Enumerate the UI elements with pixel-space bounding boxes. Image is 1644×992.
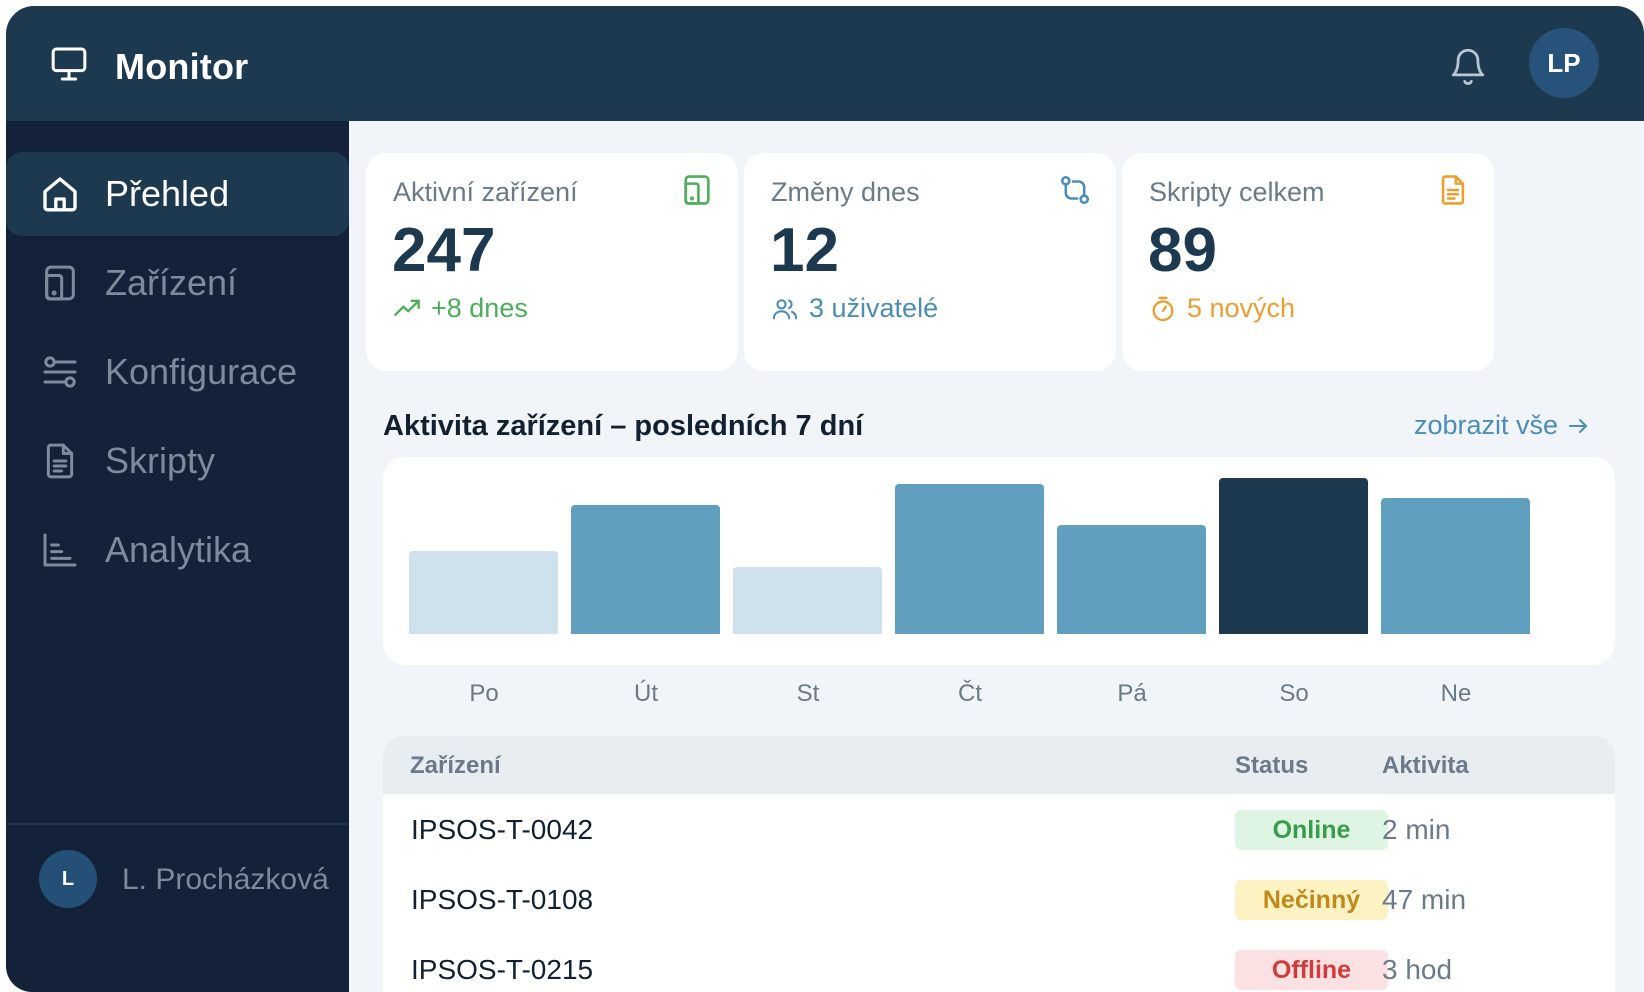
activity-time: 2 min	[1382, 814, 1451, 845]
stat-card-sub: 3 uživatelé	[771, 293, 938, 324]
table-row[interactable]: IPSOS-T-0108 Nečinný 47 min	[383, 864, 1615, 936]
stat-card-sub: 5 nových	[1149, 293, 1295, 324]
chart-x-tick-label: Út	[634, 680, 658, 707]
sidebar-item-skripty[interactable]: Skripty	[6, 419, 349, 503]
status-badge: Online	[1235, 810, 1388, 850]
user-name: L. Procházková	[122, 863, 329, 896]
sidebar: Přehled Zařízení Konfigurace Skripty Ana…	[6, 121, 349, 992]
sliders-icon	[43, 356, 77, 388]
sidebar-item-label: Analytika	[105, 529, 252, 570]
trend-up-icon	[394, 299, 420, 316]
sidebar-item-zarizeni[interactable]: Zařízení	[6, 241, 349, 325]
bar-chart-icon	[43, 533, 77, 567]
stat-card-value: 247	[392, 216, 496, 285]
sidebar-item-label: Konfigurace	[105, 351, 298, 392]
chart-bar[interactable]	[1219, 478, 1368, 634]
avatar[interactable]: L	[39, 850, 97, 908]
stat-card-active-devices: Aktivní zařízení 247 +8 dnes	[366, 153, 738, 371]
tablet-icon	[45, 265, 75, 301]
activity-time: 47 min	[1382, 884, 1467, 915]
stat-card-sub-text: +8 dnes	[431, 293, 528, 323]
sidebar-item-analytika[interactable]: Analytika	[6, 508, 349, 592]
stat-card-sub-text: 3 uživatelé	[809, 293, 939, 323]
timer-icon	[1152, 296, 1174, 321]
chart-x-tick-label: Pá	[1117, 680, 1147, 707]
stat-card-scripts-total: Skripty celkem 89 5 nových	[1122, 153, 1494, 371]
chart-bar[interactable]	[895, 484, 1044, 634]
arrow-right-icon	[1569, 418, 1588, 433]
stat-card-label: Skripty celkem	[1149, 177, 1325, 207]
device-name: IPSOS-T-0108	[411, 884, 594, 915]
users-icon	[772, 298, 798, 319]
column-header-status[interactable]: Status	[1235, 752, 1308, 780]
stat-card-label: Změny dnes	[771, 177, 920, 207]
document-icon	[1441, 175, 1465, 205]
home-icon	[43, 177, 77, 212]
devices-table: Zařízení Status Aktivita IPSOS-T-0042 On…	[383, 736, 1615, 992]
sidebar-item-konfigurace[interactable]: Konfigurace	[6, 330, 349, 414]
sidebar-divider	[6, 823, 349, 825]
chart-x-tick-label: Čt	[958, 680, 982, 707]
chart-bar[interactable]	[1381, 498, 1530, 634]
stat-card-label: Aktivní zařízení	[393, 177, 578, 207]
chart-x-tick-label: So	[1279, 680, 1309, 707]
sidebar-item-label: Zařízení	[105, 262, 238, 303]
device-name: IPSOS-T-0215	[411, 954, 594, 985]
table-row[interactable]: IPSOS-T-0042 Online 2 min	[383, 794, 1615, 866]
table-row[interactable]: IPSOS-T-0215 Offline 3 hod	[383, 934, 1615, 992]
view-all-label: zobrazit vše	[1414, 410, 1559, 440]
stat-card-changes-today: Změny dnes 12 3 uživatelé	[744, 153, 1116, 371]
app-window: Monitor LP Přehled Zařízení Konfigurace …	[6, 6, 1644, 992]
stat-card-sub: +8 dnes	[393, 293, 528, 324]
sidebar-item-label: Přehled	[105, 173, 230, 214]
monitor-icon	[51, 47, 87, 81]
tablet-icon	[684, 175, 710, 205]
git-compare-icon	[1060, 175, 1090, 205]
chart-x-tick-label: St	[796, 680, 820, 707]
view-all-link[interactable]: zobrazit vše	[1414, 410, 1590, 441]
table-header: Zařízení Status Aktivita	[383, 736, 1615, 794]
chart-bar[interactable]	[571, 505, 720, 634]
chart-bar[interactable]	[733, 567, 882, 634]
stat-card-value: 89	[1148, 216, 1217, 285]
sidebar-item-prehled[interactable]: Přehled	[6, 152, 349, 236]
sidebar-item-label: Skripty	[105, 440, 216, 481]
chart-bar[interactable]	[409, 551, 558, 634]
activity-time: 3 hod	[1382, 954, 1453, 985]
user-avatar-button[interactable]: LP	[1529, 28, 1599, 98]
stat-card-sub-text: 5 nových	[1187, 293, 1296, 323]
bell-icon[interactable]	[1448, 42, 1488, 88]
device-name: IPSOS-T-0042	[411, 814, 594, 845]
column-header-device[interactable]: Zařízení	[410, 752, 501, 780]
status-badge: Offline	[1235, 950, 1388, 990]
stat-card-value: 12	[770, 216, 839, 285]
activity-section-title: Aktivita zařízení – posledních 7 dní	[383, 410, 864, 442]
chart-x-tick-label: Po	[469, 680, 499, 707]
activity-chart	[383, 457, 1615, 665]
app-title: Monitor	[115, 46, 249, 87]
status-badge: Nečinný	[1235, 880, 1388, 920]
chart-bar[interactable]	[1057, 525, 1206, 634]
document-icon	[46, 443, 74, 479]
top-bar: Monitor LP	[6, 6, 1644, 121]
column-header-activity[interactable]: Aktivita	[1382, 752, 1469, 780]
chart-x-tick-label: Ne	[1440, 680, 1472, 707]
